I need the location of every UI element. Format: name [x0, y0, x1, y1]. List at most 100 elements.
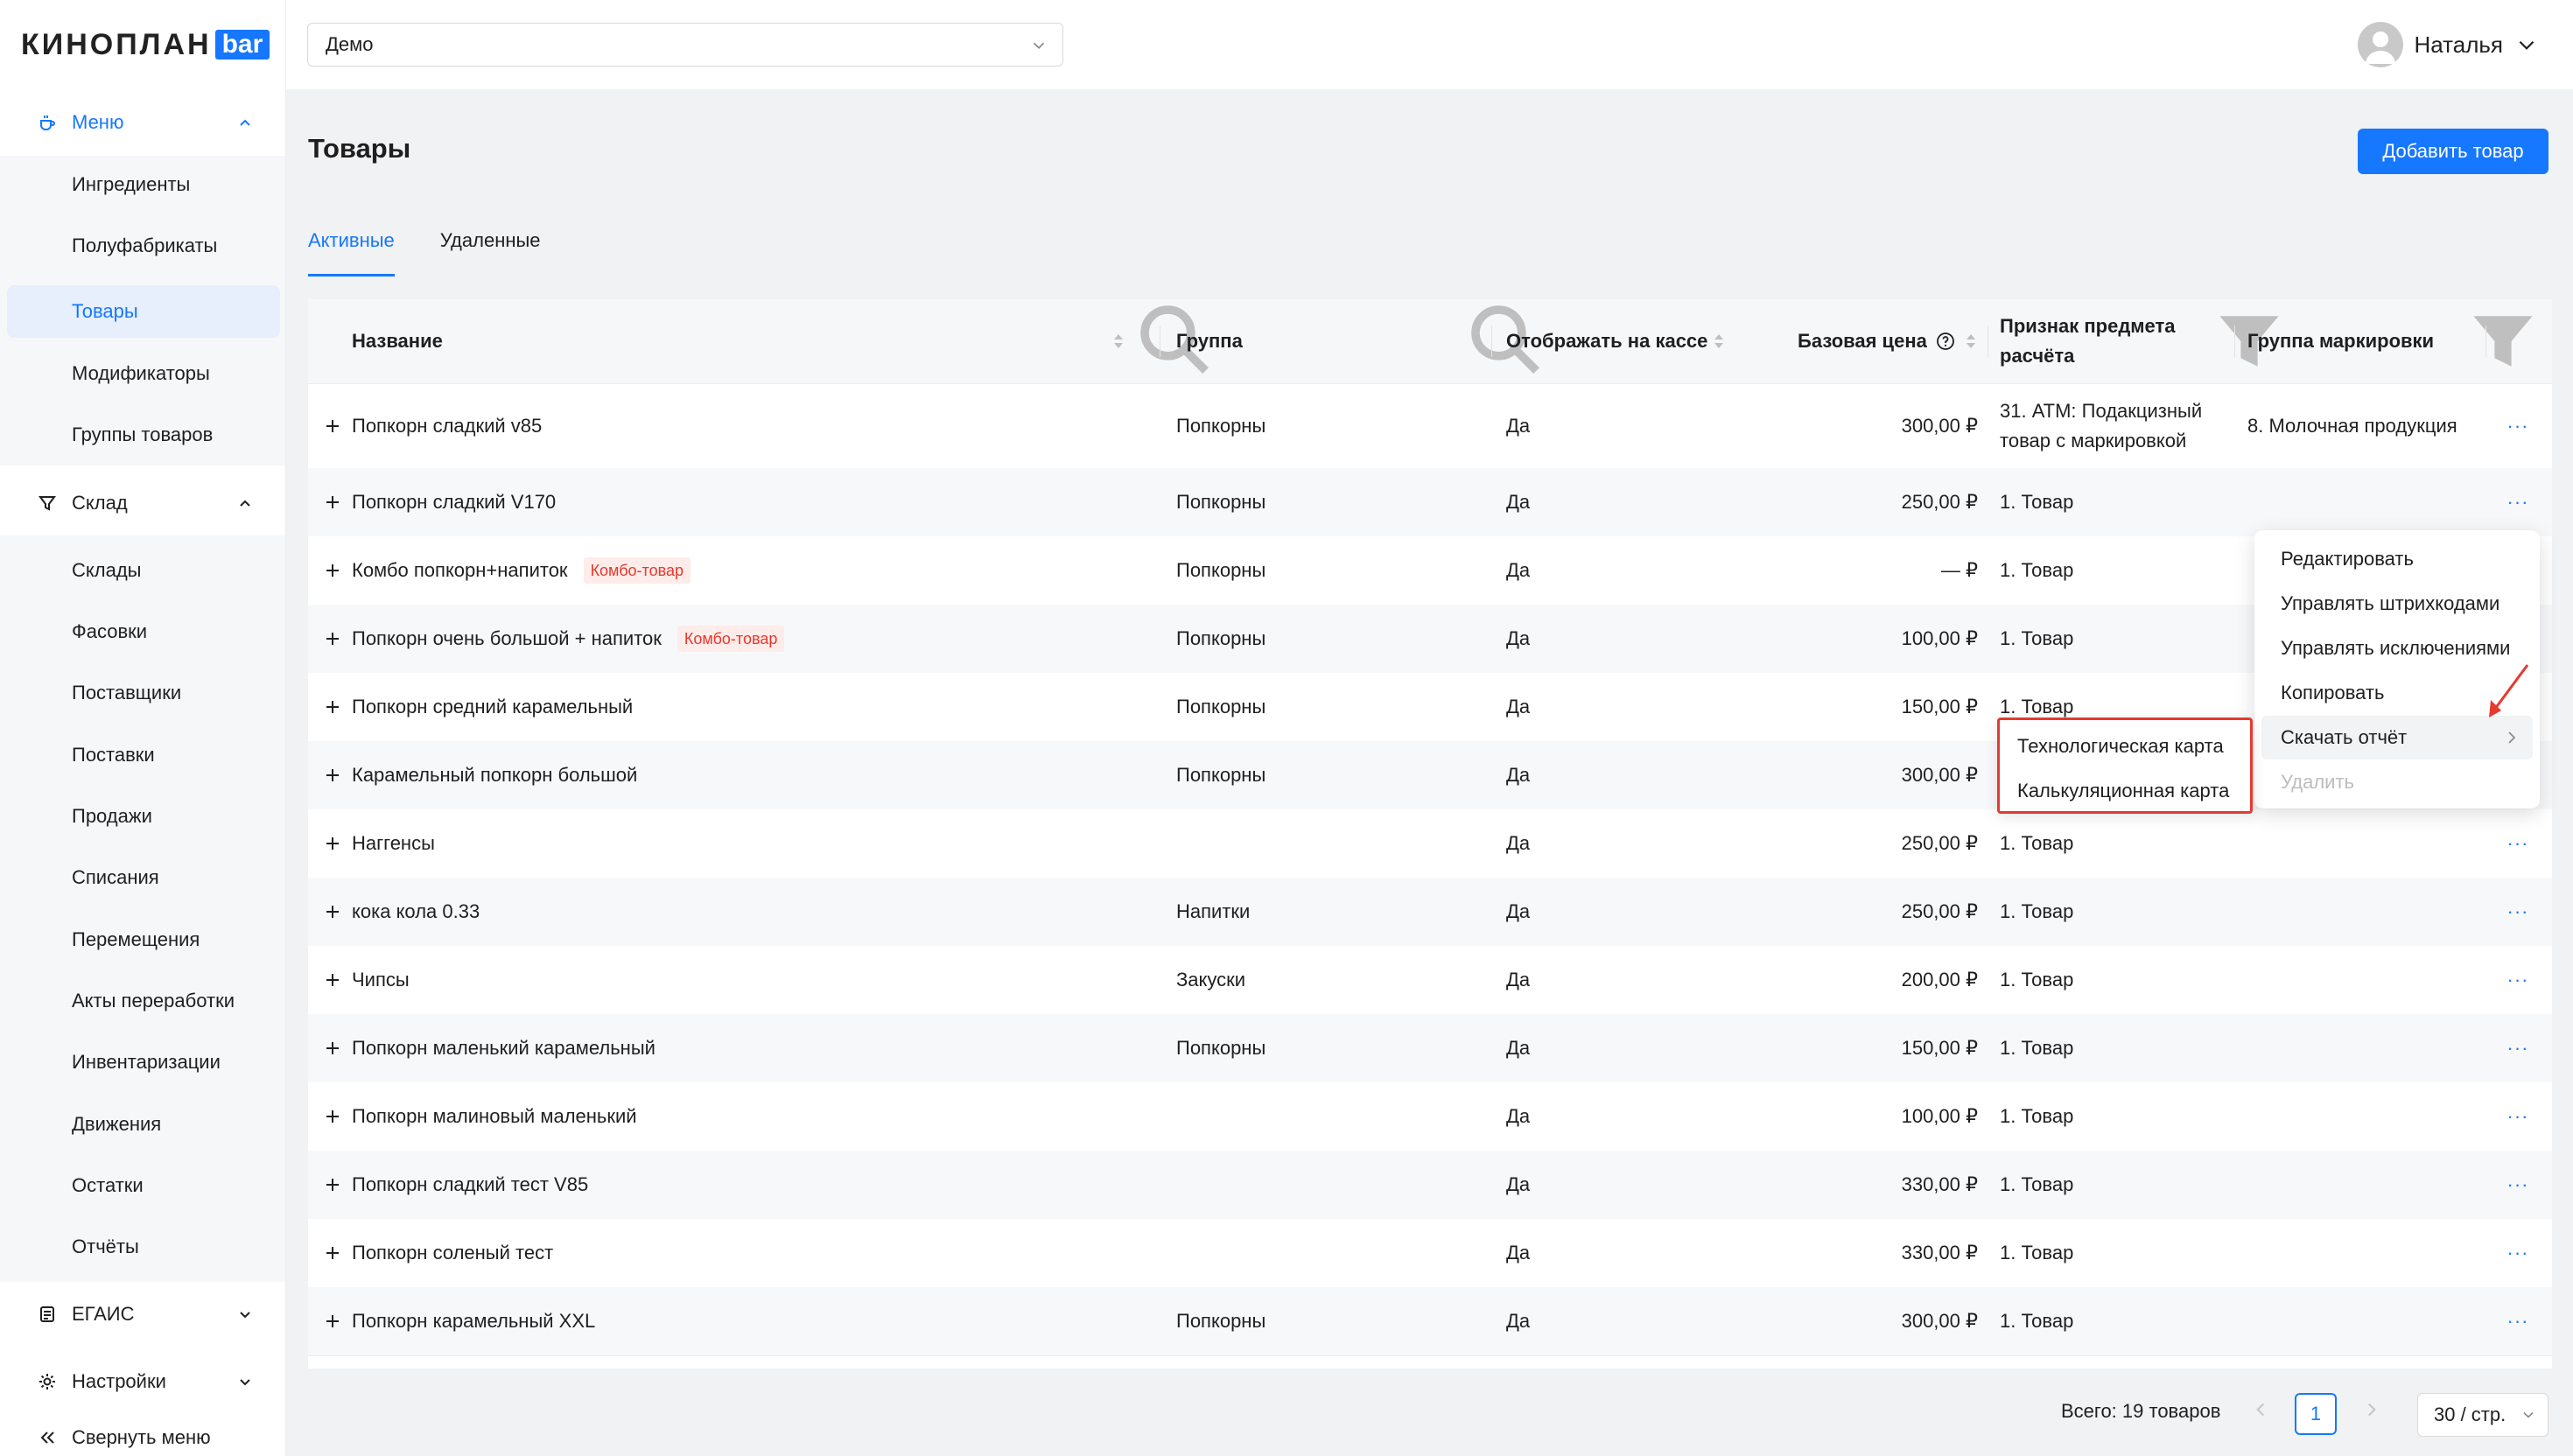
- sidebar-item-transfers[interactable]: Перемещения: [7, 914, 280, 966]
- expand-plus-icon[interactable]: [324, 1108, 341, 1125]
- sidebar-section-egais[interactable]: ЕГАИС: [0, 1288, 285, 1340]
- column-header-payment-subject[interactable]: Признак предмета расчёта: [2000, 299, 2192, 383]
- cell-base-price: 300,00 ₽: [1901, 415, 1978, 437]
- expand-plus-icon[interactable]: [324, 1176, 341, 1194]
- sidebar-item-ingredients[interactable]: Ингредиенты: [7, 158, 280, 211]
- column-header-name[interactable]: Название: [352, 299, 443, 383]
- table-row[interactable]: Попкорн сладкий тест V85 Да 330,00 ₽ 1. Тов…: [308, 1151, 2552, 1220]
- page-size-select[interactable]: 30 / стр.: [2417, 1393, 2548, 1437]
- cell-base-price: 250,00 ₽: [1901, 900, 1978, 922]
- tab-active[interactable]: Активные: [308, 229, 395, 276]
- kinoplan-logo[interactable]: КИНОПЛАН bar: [21, 24, 270, 65]
- product-name: Попкорн карамельный XXL: [352, 1310, 596, 1332]
- column-header-label: Отображать на кассе: [1506, 330, 1708, 352]
- expand-plus-icon[interactable]: [324, 1312, 341, 1330]
- sidebar-section-settings[interactable]: Настройки: [0, 1355, 285, 1408]
- more-actions-icon[interactable]: ···: [2503, 830, 2533, 857]
- table-row[interactable]: Попкорн соленый тест Да 330,00 ₽ 1. Товар ··…: [308, 1219, 2552, 1288]
- table-row[interactable]: Попкорн маленький карамельный Попкорны Да 1…: [308, 1014, 2552, 1083]
- column-header-group[interactable]: Группа: [1176, 299, 1243, 383]
- cell-payment-subject: 1. Товар: [2000, 1310, 2074, 1332]
- cell-group: Попкорны: [1176, 627, 1266, 649]
- expand-plus-icon[interactable]: [324, 698, 341, 716]
- expand-plus-icon[interactable]: [324, 494, 341, 511]
- table-row[interactable]: Попкорн малиновый маленький Да 100,00 ₽ 1. …: [308, 1082, 2552, 1152]
- question-circle-icon[interactable]: [1936, 332, 1955, 351]
- table-row[interactable]: Комбо попкорн+напиток Комбо-товар Попкорны…: [308, 536, 2552, 606]
- top-bar: Демо Наталья: [286, 0, 2573, 89]
- organization-select[interactable]: Демо: [307, 23, 1063, 66]
- more-actions-icon[interactable]: ···: [2503, 413, 2533, 439]
- menu-item-edit[interactable]: Редактировать: [2261, 537, 2533, 581]
- sidebar-item-writeoffs[interactable]: Списания: [7, 851, 280, 904]
- table-row[interactable]: Попкорн очень большой + напиток Комбо-тов…: [308, 605, 2552, 674]
- sidebar-section-menu[interactable]: Меню: [0, 96, 285, 149]
- column-header-marking-group[interactable]: Группа маркировки: [2247, 299, 2434, 383]
- sort-icon[interactable]: [1962, 331, 1980, 352]
- sidebar-item-product-groups[interactable]: Группы товаров: [7, 409, 280, 461]
- table-row[interactable]: Попкорн карамельный XXL Попкорны Да 300,00 …: [308, 1287, 2552, 1356]
- expand-plus-icon[interactable]: [324, 1040, 341, 1057]
- expand-plus-icon[interactable]: [324, 630, 341, 648]
- expand-plus-icon[interactable]: [324, 1244, 341, 1262]
- more-actions-icon[interactable]: ···: [2503, 1308, 2533, 1334]
- more-actions-icon[interactable]: ···: [2503, 899, 2533, 925]
- sort-icon[interactable]: [1110, 331, 1127, 352]
- filter-icon[interactable]: [2461, 299, 2545, 383]
- tab-deleted[interactable]: Удаленные: [440, 229, 541, 276]
- table-row[interactable]: Наггенсы Да 250,00 ₽ 1. Товар ···: [308, 809, 2552, 878]
- table-row[interactable]: Чипсы Закуски Да 200,00 ₽ 1. Товар ···: [308, 946, 2552, 1015]
- filter-icon: [37, 493, 58, 514]
- sidebar-item-sales[interactable]: Продажи: [7, 790, 280, 843]
- cell-payment-subject: 1. Товар: [2000, 491, 2074, 513]
- expand-plus-icon[interactable]: [324, 903, 341, 920]
- menu-item-tech-card[interactable]: Технологическая карта: [2000, 724, 2250, 768]
- table-row[interactable]: Попкорн сладкий V170 Попкорны Да 250,00 ₽ 1.…: [308, 468, 2552, 537]
- more-actions-icon[interactable]: ···: [2503, 1103, 2533, 1130]
- sidebar-item-inventories[interactable]: Инвентаризации: [7, 1036, 280, 1088]
- product-name: Попкорн сладкий тест V85: [352, 1173, 589, 1195]
- sidebar-section-warehouse[interactable]: Склад: [0, 477, 285, 529]
- collapse-menu-button[interactable]: Свернуть меню: [37, 1426, 211, 1449]
- more-actions-icon[interactable]: ···: [2503, 489, 2533, 515]
- add-product-button[interactable]: Добавить товар: [2358, 129, 2548, 174]
- sidebar-item-semifinished[interactable]: Полуфабрикаты: [7, 220, 280, 272]
- expand-plus-icon[interactable]: [324, 835, 341, 852]
- sidebar-item-stock[interactable]: Остатки: [7, 1159, 280, 1212]
- sidebar-section-label: Меню: [72, 111, 124, 133]
- pagination-page-1[interactable]: 1: [2295, 1393, 2337, 1435]
- column-header-show-on-pos[interactable]: Отображать на кассе: [1506, 299, 1707, 383]
- user-menu[interactable]: Наталья: [2358, 21, 2538, 68]
- table-row[interactable]: Попкорн сладкий v85 Попкорны Да 300,00 ₽ 31.…: [308, 384, 2552, 469]
- more-actions-icon[interactable]: ···: [2503, 967, 2533, 993]
- chevron-right-icon[interactable]: [2360, 1398, 2383, 1421]
- chevron-left-icon[interactable]: [2249, 1398, 2272, 1421]
- sidebar-item-reports[interactable]: Отчёты: [7, 1221, 280, 1273]
- more-actions-icon[interactable]: ···: [2503, 1035, 2533, 1061]
- cell-base-price: 330,00 ₽: [1901, 1242, 1978, 1264]
- expand-plus-icon[interactable]: [324, 417, 341, 435]
- menu-item-costing-card[interactable]: Калькуляционная карта: [2000, 769, 2250, 813]
- sidebar-item-modifiers[interactable]: Модификаторы: [7, 347, 280, 400]
- column-header-label: Базовая цена: [1798, 330, 1927, 352]
- sidebar-item-processing-acts[interactable]: Акты переработки: [7, 975, 280, 1027]
- expand-plus-icon[interactable]: [324, 971, 341, 989]
- more-actions-icon[interactable]: ···: [2503, 1172, 2533, 1198]
- sidebar-item-products[interactable]: Товары: [7, 285, 280, 338]
- expand-plus-icon[interactable]: [324, 562, 341, 579]
- sidebar-item-warehouses[interactable]: Склады: [7, 544, 280, 597]
- cell-payment-subject: 1. Товар: [2000, 1242, 2074, 1264]
- logo-word: КИНОПЛАН: [21, 27, 212, 61]
- expand-plus-icon[interactable]: [324, 766, 341, 784]
- sort-icon[interactable]: [1710, 331, 1728, 352]
- column-header-base-price[interactable]: Базовая цена: [1798, 299, 1927, 383]
- chevron-down-icon: [240, 1379, 250, 1386]
- page-title: Товары: [308, 133, 411, 164]
- more-actions-icon[interactable]: ···: [2503, 1240, 2533, 1266]
- table-row[interactable]: кока кола 0.33 Напитки Да 250,00 ₽ 1. Товар ·…: [308, 878, 2552, 947]
- sidebar-item-movements[interactable]: Движения: [7, 1098, 280, 1151]
- sidebar-item-packaging[interactable]: Фасовки: [7, 606, 280, 658]
- sidebar-item-deliveries[interactable]: Поставки: [7, 729, 280, 781]
- menu-item-manage-barcodes[interactable]: Управлять штрихкодами: [2261, 582, 2533, 626]
- sidebar-item-suppliers[interactable]: Поставщики: [7, 667, 280, 719]
